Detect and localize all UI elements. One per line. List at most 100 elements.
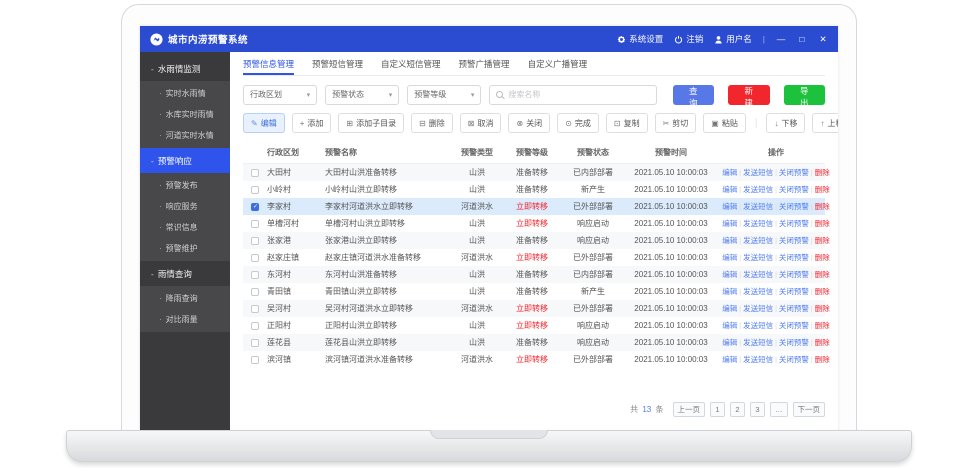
- send-sms-link[interactable]: 发送短信: [743, 185, 773, 194]
- delete-link[interactable]: 删除: [815, 338, 830, 347]
- edit-link[interactable]: 编辑: [722, 338, 737, 347]
- toolbar-paste-button[interactable]: ▣粘贴: [703, 113, 746, 133]
- row-checkbox[interactable]: [251, 186, 259, 194]
- row-checkbox[interactable]: [251, 271, 259, 279]
- row-checkbox[interactable]: [251, 220, 259, 228]
- row-checkbox[interactable]: [251, 254, 259, 262]
- status-filter-select[interactable]: 预警状态 ▾: [325, 85, 399, 105]
- search-box[interactable]: [489, 85, 656, 105]
- close-warning-link[interactable]: 关闭预警: [779, 270, 809, 279]
- toolbar-complete-button[interactable]: ⊙完成: [557, 113, 599, 133]
- sidebar-item-0-0[interactable]: ·实时水雨情: [140, 83, 230, 104]
- minimize-button[interactable]: —: [776, 34, 786, 44]
- table-row[interactable]: 正阳村正阳村山洪立即转移山洪立即转移响应启动2021.05.10 10:00:0…: [243, 317, 825, 334]
- table-row[interactable]: 大田村大田村山洪准备转移山洪准备转移已内部部署2021.05.10 10:00:…: [243, 164, 825, 181]
- send-sms-link[interactable]: 发送短信: [743, 202, 773, 211]
- toolbar-move-down-button[interactable]: ↓下移: [766, 113, 805, 133]
- delete-link[interactable]: 删除: [815, 355, 830, 364]
- table-row[interactable]: 李家村李家村河道洪水立即转移河道洪水立即转移已外部部署2021.05.10 10…: [243, 198, 825, 215]
- logout-button[interactable]: 注销: [674, 33, 703, 45]
- tab-1[interactable]: 预警短信管理: [312, 52, 363, 75]
- close-warning-link[interactable]: 关闭预警: [779, 304, 809, 313]
- sidebar-item-0-1[interactable]: ·水库实时雨情: [140, 104, 230, 125]
- toolbar-copy-button[interactable]: ⊡复制: [606, 113, 648, 133]
- row-checkbox[interactable]: [251, 169, 259, 177]
- sidebar-item-1-1[interactable]: ·响应服务: [140, 196, 230, 217]
- page-button-3[interactable]: 3: [750, 402, 765, 417]
- tab-4[interactable]: 自定义广播管理: [528, 52, 588, 75]
- toolbar-edit-button[interactable]: ✎编辑: [243, 113, 285, 133]
- table-row[interactable]: 滨河镇滨河镇河道洪水准备转移河道洪水立即转移已外部部署2021.05.10 10…: [243, 351, 825, 368]
- send-sms-link[interactable]: 发送短信: [743, 304, 773, 313]
- delete-link[interactable]: 删除: [815, 219, 830, 228]
- edit-link[interactable]: 编辑: [722, 219, 737, 228]
- close-warning-link[interactable]: 关闭预警: [779, 236, 809, 245]
- close-warning-link[interactable]: 关闭预警: [779, 338, 809, 347]
- send-sms-link[interactable]: 发送短信: [743, 168, 773, 177]
- close-warning-link[interactable]: 关闭预警: [779, 287, 809, 296]
- send-sms-link[interactable]: 发送短信: [743, 253, 773, 262]
- edit-link[interactable]: 编辑: [722, 355, 737, 364]
- delete-link[interactable]: 删除: [815, 253, 830, 262]
- delete-link[interactable]: 删除: [815, 270, 830, 279]
- tab-3[interactable]: 预警广播管理: [459, 52, 510, 75]
- sidebar-item-2-0[interactable]: ·降雨查询: [140, 288, 230, 309]
- row-checkbox[interactable]: [251, 288, 259, 296]
- export-button[interactable]: 导出: [784, 85, 826, 105]
- send-sms-link[interactable]: 发送短信: [743, 321, 773, 330]
- table-row[interactable]: 吴河村吴河村河道洪水立即转移河道洪水立即转移已外部部署2021.05.10 10…: [243, 300, 825, 317]
- send-sms-link[interactable]: 发送短信: [743, 270, 773, 279]
- edit-link[interactable]: 编辑: [722, 270, 737, 279]
- page-button-…[interactable]: …: [770, 402, 788, 417]
- edit-link[interactable]: 编辑: [722, 253, 737, 262]
- toolbar-cut-button[interactable]: ✂剪切: [655, 113, 697, 133]
- row-checkbox[interactable]: [251, 339, 259, 347]
- send-sms-link[interactable]: 发送短信: [743, 236, 773, 245]
- close-warning-link[interactable]: 关闭预警: [779, 253, 809, 262]
- delete-link[interactable]: 删除: [815, 236, 830, 245]
- maximize-button[interactable]: □: [797, 34, 807, 44]
- tab-0[interactable]: 预警信息管理: [243, 52, 294, 75]
- edit-link[interactable]: 编辑: [722, 304, 737, 313]
- close-warning-link[interactable]: 关闭预警: [779, 168, 809, 177]
- sidebar-group-2[interactable]: -雨情查询: [140, 261, 230, 286]
- edit-link[interactable]: 编辑: [722, 236, 737, 245]
- close-warning-link[interactable]: 关闭预警: [779, 185, 809, 194]
- sidebar-item-1-2[interactable]: ·常识信息: [140, 217, 230, 238]
- delete-link[interactable]: 删除: [815, 202, 830, 211]
- table-row[interactable]: 张家港张家港山洪立即转移山洪准备转移响应启动2021.05.10 10:00:0…: [243, 232, 825, 249]
- row-checkbox[interactable]: [251, 356, 259, 364]
- row-checkbox[interactable]: [251, 203, 259, 211]
- user-menu[interactable]: 用户名: [714, 33, 752, 45]
- close-warning-link[interactable]: 关闭预警: [779, 355, 809, 364]
- close-warning-link[interactable]: 关闭预警: [779, 202, 809, 211]
- level-filter-select[interactable]: 预警等级 ▾: [407, 85, 481, 105]
- page-button-2[interactable]: 2: [730, 402, 745, 417]
- system-settings-button[interactable]: 系统设置: [617, 33, 663, 45]
- row-checkbox[interactable]: [251, 305, 259, 313]
- sidebar-item-1-0[interactable]: ·预警发布: [140, 175, 230, 196]
- page-button-1[interactable]: 1: [710, 402, 725, 417]
- tab-2[interactable]: 自定义短信管理: [381, 52, 441, 75]
- send-sms-link[interactable]: 发送短信: [743, 338, 773, 347]
- prev-page-button[interactable]: 上一页: [673, 402, 706, 417]
- sidebar-item-1-3[interactable]: ·预警维护: [140, 238, 230, 259]
- send-sms-link[interactable]: 发送短信: [743, 219, 773, 228]
- edit-link[interactable]: 编辑: [722, 202, 737, 211]
- delete-link[interactable]: 删除: [815, 304, 830, 313]
- row-checkbox[interactable]: [251, 237, 259, 245]
- sidebar-item-2-1[interactable]: ·对比雨量: [140, 309, 230, 330]
- sidebar-item-0-2[interactable]: ·河道实时水情: [140, 125, 230, 146]
- close-warning-link[interactable]: 关闭预警: [779, 321, 809, 330]
- edit-link[interactable]: 编辑: [722, 321, 737, 330]
- toolbar-delete-button[interactable]: ⊟删除: [411, 113, 453, 133]
- toolbar-close-button[interactable]: ⊗关闭: [508, 113, 550, 133]
- next-page-button[interactable]: 下一页: [793, 402, 826, 417]
- table-row[interactable]: 单槽河村单槽河村山洪立即转移山洪立即转移响应启动2021.05.10 10:00…: [243, 215, 825, 232]
- create-button[interactable]: 新建: [728, 85, 770, 105]
- table-row[interactable]: 青田镇青田镇山洪立即转移山洪准备转移新产生2021.05.10 10:00:03…: [243, 283, 825, 300]
- table-row[interactable]: 莲花县莲花县山洪立即转移山洪准备转移响应启动2021.05.10 10:00:0…: [243, 334, 825, 351]
- delete-link[interactable]: 删除: [815, 185, 830, 194]
- edit-link[interactable]: 编辑: [722, 168, 737, 177]
- edit-link[interactable]: 编辑: [722, 287, 737, 296]
